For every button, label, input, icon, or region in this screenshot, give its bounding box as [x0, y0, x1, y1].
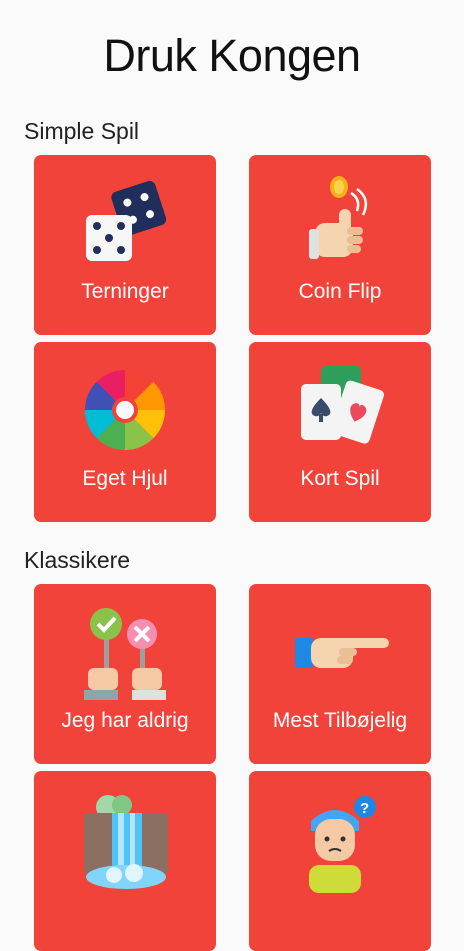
yes-no-signs-icon	[84, 608, 166, 700]
tile-label: Mest Tilbøjelig	[272, 709, 408, 732]
tile-waterfall[interactable]	[34, 771, 216, 951]
section-title-klassikere: Klassikere	[24, 547, 131, 573]
tile-label: Kort Spil	[300, 467, 380, 490]
color-wheel-icon	[84, 370, 166, 450]
confused-person-icon: ?	[309, 796, 376, 893]
playing-cards-icon	[301, 366, 384, 444]
waterfall-icon	[84, 795, 168, 889]
tile-terninger[interactable]: Terninger	[34, 155, 216, 335]
tile-coin-flip[interactable]: Coin Flip	[249, 155, 431, 335]
dice-icon	[86, 180, 167, 261]
tile-label: Eget Hjul	[82, 467, 168, 490]
section-title-simple: Simple Spil	[24, 118, 140, 144]
tile-jeg-har-aldrig[interactable]: Jeg har aldrig	[34, 584, 216, 764]
tile-mest-tilbojelig[interactable]: Mest Tilbøjelig	[249, 584, 431, 764]
pointing-hand-icon	[295, 638, 389, 668]
tile-label: Coin Flip	[298, 280, 382, 303]
tile-eget-hjul[interactable]: Eget Hjul	[34, 342, 216, 522]
app-title: Druk Kongen	[103, 30, 361, 81]
tile-confused-person[interactable]: ?	[249, 771, 431, 951]
coin-flip-icon	[309, 176, 368, 259]
tile-label: Terninger	[81, 280, 169, 303]
svg-text:?: ?	[360, 800, 369, 817]
tile-label: Jeg har aldrig	[61, 709, 189, 732]
tile-kort-spil[interactable]: Kort Spil	[249, 342, 431, 522]
